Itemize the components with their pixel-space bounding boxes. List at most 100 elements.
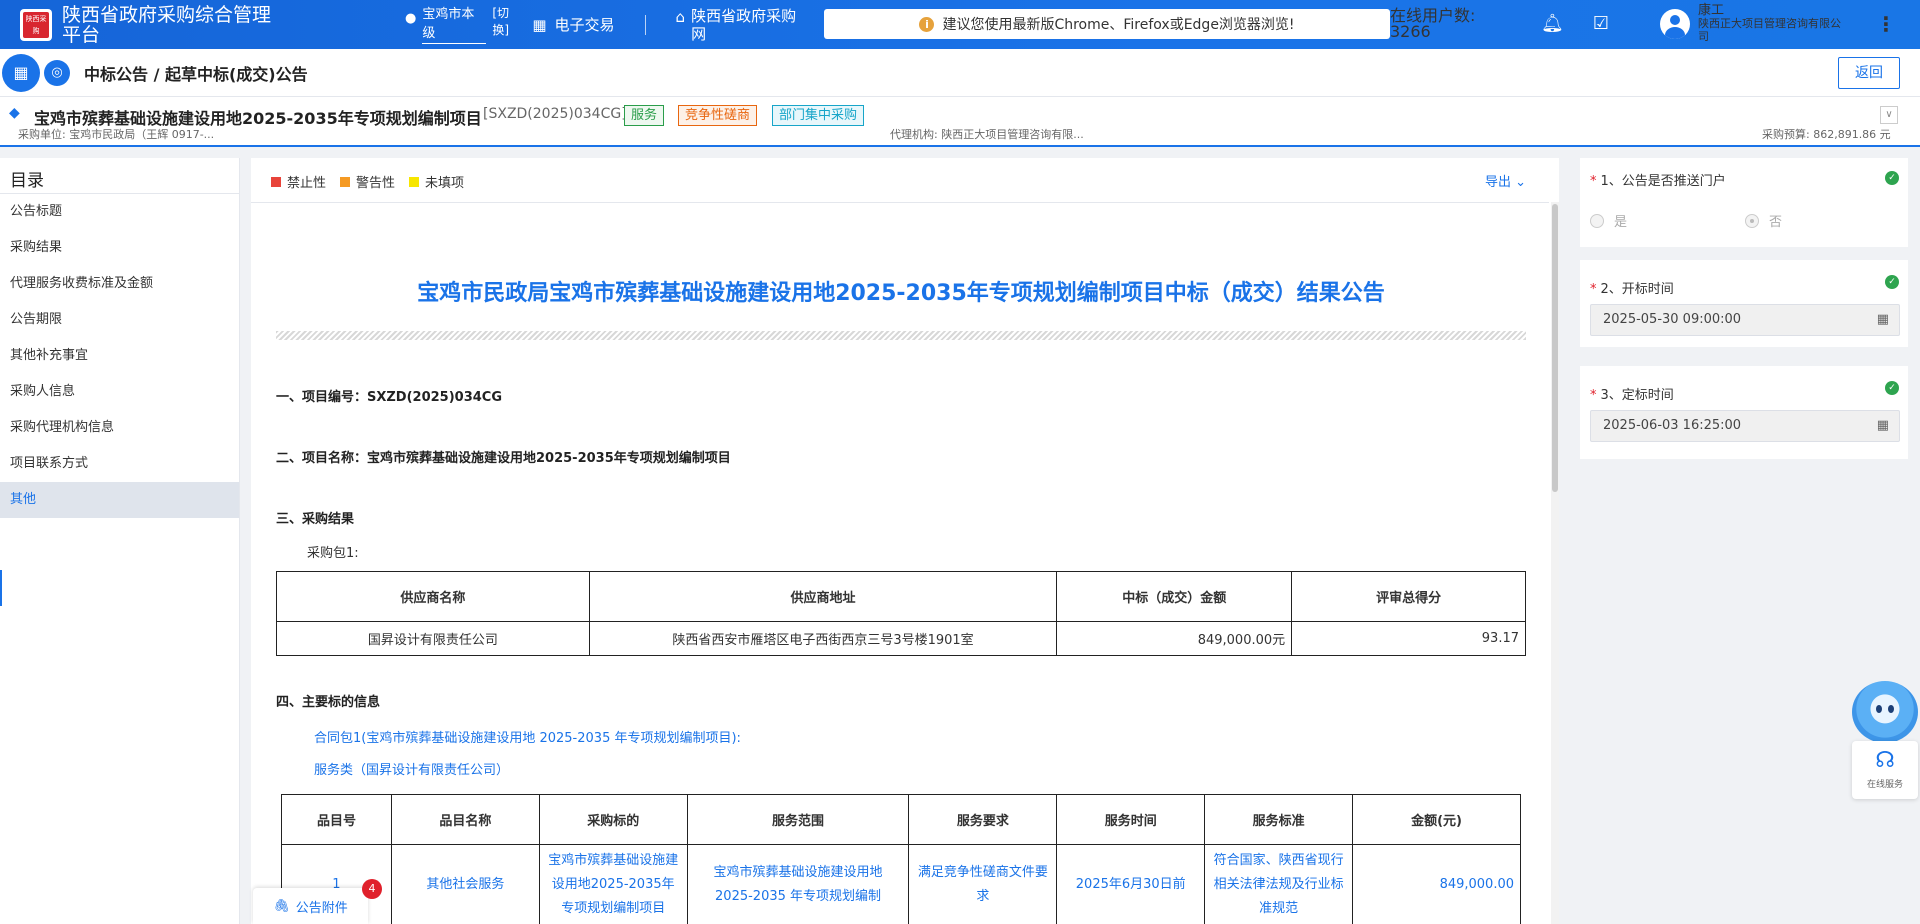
online-service-button[interactable]: ☊ 在线服务 <box>1852 741 1918 799</box>
toc-item[interactable]: 代理服务收费标准及金额 <box>0 266 239 302</box>
toc-item[interactable]: 采购人信息 <box>0 374 239 410</box>
date-value: 2025-05-30 09:00:00 <box>1603 312 1742 327</box>
user-name: 康工 <box>1698 3 1725 18</box>
user-menu[interactable]: 康工 陕西正大项目管理咨询有限公司 <box>1660 4 1848 43</box>
home-icon: ⌂ <box>675 7 686 26</box>
toc-item[interactable]: 其他补充事宜 <box>0 338 239 374</box>
nav-divider <box>644 14 646 35</box>
table-header: 供应商名称 <box>276 571 590 622</box>
nav-electronic-trade-label: 电子交易 <box>554 16 615 34</box>
table-header: 服务时间 <box>1056 794 1206 845</box>
nav-electronic-trade[interactable]: ▦ 电子交易 <box>532 14 614 35</box>
item-amount: 849,000.00 <box>1352 844 1521 924</box>
project-code: [SXZD(2025)034CG] <box>483 106 627 122</box>
user-org: 陕西正大项目管理咨询有限公司 <box>1698 17 1841 43</box>
legend-item: 未填项 <box>409 172 464 191</box>
headset-icon: ☊ <box>1875 748 1895 773</box>
q1-label: 1、公告是否推送门户 <box>1600 174 1726 189</box>
chevron-down-icon[interactable]: ∨ <box>1880 106 1898 124</box>
section-procurement-result: 三、采购结果 <box>276 512 355 527</box>
table-header: 中标（成交）金额 <box>1056 571 1293 622</box>
bid-opening-card: * 2、开标时间 ✓ 2025-05-30 09:00:00 ▦ <box>1580 260 1908 347</box>
toc-title: 目录 <box>0 158 239 194</box>
radio-label: 否 <box>1769 215 1783 230</box>
breadcrumb-bar: ▦ ◎ 中标公告 / 起草中标(成交)公告 返回 <box>0 49 1920 97</box>
document-scroll-area[interactable]: 宝鸡市民政局宝鸡市殡葬基础设施建设用地2025-2035年专项规划编制项目中标（… <box>251 202 1549 924</box>
apps-grid-icon[interactable]: ▦ <box>2 53 40 92</box>
table-header: 服务范围 <box>686 794 910 845</box>
toc-item-active[interactable]: 其他 <box>0 482 239 518</box>
table-header: 服务标准 <box>1204 794 1354 845</box>
robot-eye <box>1876 705 1882 713</box>
supplier-address: 陕西省西安市雁塔区电子西街西京三号3号楼1901室 <box>588 621 1058 656</box>
award-date-field[interactable]: 2025-06-03 16:25:00 ▦ <box>1590 410 1900 442</box>
radio-label: 是 <box>1614 215 1628 230</box>
nav-procurement-portal[interactable]: ⌂ 陕西省政府采购网 <box>676 7 807 43</box>
radio-yes[interactable]: 是 <box>1590 211 1627 230</box>
radio-circle[interactable] <box>1590 213 1604 228</box>
scrollbar-thumb[interactable] <box>1552 204 1558 492</box>
item-table: 品目号 品目名称 采购标的 服务范围 服务要求 服务时间 服务标准 金额(元) … <box>281 794 1521 924</box>
date-value: 2025-06-03 16:25:00 <box>1603 418 1742 433</box>
toc-item[interactable]: 采购代理机构信息 <box>0 410 239 446</box>
check-icon: ✓ <box>1885 171 1899 185</box>
chevron-down-icon: ⌄ <box>1515 175 1527 190</box>
supplier-name: 国昇设计有限责任公司 <box>276 621 590 656</box>
required-marker: * <box>1590 174 1597 189</box>
table-row: 国昇设计有限责任公司 陕西省西安市雁塔区电子西街西京三号3号楼1901室 849… <box>276 621 1526 656</box>
region-switch-link[interactable]: [切换] <box>492 5 512 39</box>
section-project-name: 二、项目名称：宝鸡市殡葬基础设施建设用地2025-2035年专项规划编制项目 <box>276 451 731 466</box>
item-name: 其他社会服务 <box>390 844 540 924</box>
app-logo[interactable]: 陕西采购 <box>20 8 52 41</box>
calendar-icon[interactable]: ▦ <box>1877 411 1889 441</box>
dashboard-icon[interactable]: ◎ <box>44 59 70 86</box>
region-selector[interactable]: ● 宝鸡市本级 [切换] <box>405 5 512 44</box>
bid-opening-date-field[interactable]: 2025-05-30 09:00:00 ▦ <box>1590 304 1900 336</box>
radio-no[interactable]: 否 <box>1745 211 1782 230</box>
toc-item[interactable]: 公告标题 <box>0 194 239 230</box>
browser-notice: i 建议您使用最新版Chrome、Firefox或Edge浏览器浏览! <box>824 9 1390 39</box>
info-icon: i <box>919 16 935 32</box>
legend-label: 未填项 <box>425 176 465 191</box>
region-name[interactable]: 宝鸡市本级 <box>422 5 487 44</box>
export-button[interactable]: 导出 ⌄ <box>1485 171 1526 190</box>
validation-legend: 禁止性 警告性 未填项 <box>271 172 478 191</box>
table-header: 品目名称 <box>390 794 540 845</box>
required-marker: * <box>1590 282 1597 297</box>
table-header: 采购标的 <box>538 794 688 845</box>
table-row: 1 其他社会服务 宝鸡市殡葬基础设施建设用地2025-2035年专项规划编制项目… <box>281 844 1521 924</box>
attachment-button[interactable]: 🖇︎ 公告附件 <box>253 888 368 924</box>
toc-item[interactable]: 公告期限 <box>0 302 239 338</box>
radio-circle[interactable] <box>1745 213 1759 228</box>
legend-label: 禁止性 <box>287 176 327 191</box>
award-amount: 849,000.00元 <box>1056 621 1293 656</box>
project-info-bar: ◆ 宝鸡市殡葬基础设施建设用地2025-2035年专项规划编制项目 [SXZD(… <box>0 97 1920 147</box>
question-label: * 1、公告是否推送门户 <box>1590 170 1726 189</box>
layers-icon: ◆ <box>9 105 20 121</box>
section-project-code: 一、项目编号：SXZD(2025)034CG <box>276 390 503 405</box>
online-users: 在线用户数: 3266 <box>1390 6 1476 41</box>
task-check-icon[interactable]: ☑ <box>1590 13 1612 35</box>
question-label: * 2、开标时间 <box>1590 278 1674 297</box>
toc-item[interactable]: 项目联系方式 <box>0 446 239 482</box>
toc-item[interactable]: 采购结果 <box>0 230 239 266</box>
check-icon: ✓ <box>1885 381 1899 395</box>
more-vertical-icon[interactable]: ⋮ <box>1876 13 1896 35</box>
bell-icon[interactable]: 🔔︎ <box>1541 13 1564 35</box>
push-portal-card: * 1、公告是否推送门户 ✓ 是 否 <box>1580 158 1908 247</box>
sidebar-active-marker <box>0 570 2 606</box>
attachment-label: 公告附件 <box>295 900 348 916</box>
contract-package-label: 合同包1(宝鸡市殡葬基础设施建设用地 2025-2035 年专项规划编制项目): <box>314 731 741 746</box>
document-title: 宝鸡市民政局宝鸡市殡葬基础设施建设用地2025-2035年专项规划编制项目中标（… <box>417 281 1385 306</box>
grid-icon: ▦ <box>532 15 547 34</box>
document-panel: 禁止性 警告性 未填项 导出 ⌄ 宝鸡市民政局宝鸡市殡葬基础设施建设用地2025… <box>251 158 1559 924</box>
back-button[interactable]: 返回 <box>1838 57 1900 89</box>
breadcrumb: 中标公告 / 起草中标(成交)公告 <box>84 64 308 84</box>
assistant-robot-icon[interactable] <box>1852 681 1918 743</box>
avatar[interactable] <box>1660 8 1690 39</box>
tag-category: 部门集中采购 <box>772 105 865 126</box>
calendar-icon[interactable]: ▦ <box>1877 305 1889 335</box>
location-pin-icon: ● <box>405 11 417 26</box>
agency-info: 代理机构: 陕西正大项目管理咨询有限... <box>890 128 1084 141</box>
q2-label: 2、开标时间 <box>1600 282 1674 297</box>
